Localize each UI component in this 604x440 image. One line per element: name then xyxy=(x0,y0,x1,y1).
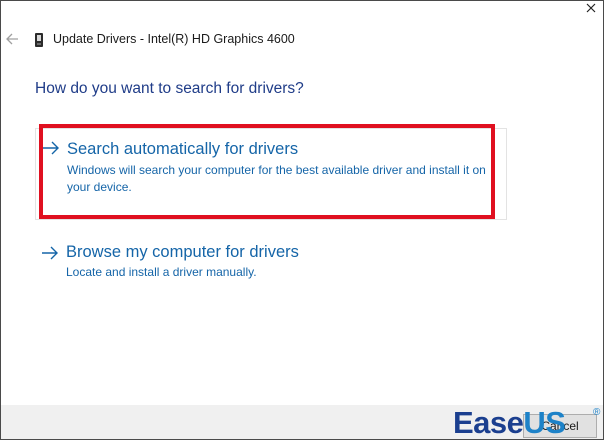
device-icon xyxy=(34,32,44,48)
option-title: Browse my computer for drivers xyxy=(66,243,299,261)
back-arrow-icon[interactable] xyxy=(4,31,20,47)
title-bar: Update Drivers - Intel(R) HD Graphics 46… xyxy=(1,1,603,63)
option-description: Locate and install a driver manually. xyxy=(66,265,257,279)
search-automatically-option[interactable]: Search automatically for drivers Windows… xyxy=(35,128,507,220)
option-description: Windows will search your computer for th… xyxy=(67,163,486,194)
window-title: Update Drivers - Intel(R) HD Graphics 46… xyxy=(53,32,295,46)
update-drivers-window: Update Drivers - Intel(R) HD Graphics 46… xyxy=(0,0,604,440)
page-heading: How do you want to search for drivers? xyxy=(35,80,304,97)
dialog-footer: Cancel xyxy=(1,405,603,439)
close-icon[interactable] xyxy=(584,2,598,16)
browse-computer-option[interactable]: Browse my computer for drivers Locate an… xyxy=(35,237,507,287)
cancel-button[interactable]: Cancel xyxy=(523,414,597,438)
option-title: Search automatically for drivers xyxy=(67,140,299,158)
arrow-right-icon xyxy=(42,140,60,156)
arrow-right-icon xyxy=(41,245,59,261)
